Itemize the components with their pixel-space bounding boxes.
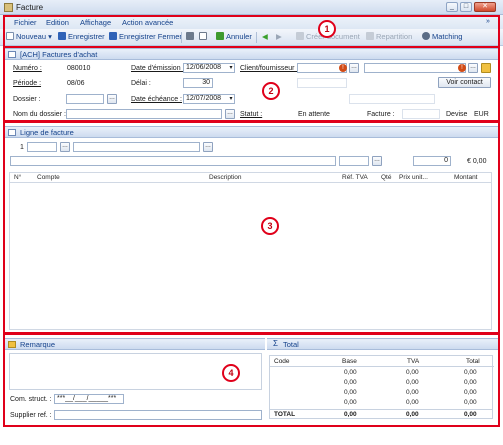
- annotation-box-1: [3, 15, 500, 48]
- app-icon: [4, 3, 13, 12]
- close-button[interactable]: ✕: [474, 2, 496, 12]
- title-bar: Facture _ □ ✕: [0, 0, 503, 15]
- maximize-button[interactable]: □: [460, 2, 472, 12]
- window-title: Facture: [16, 3, 44, 12]
- annotation-box-4: [3, 333, 500, 427]
- annotation-callout-4: 4: [222, 364, 240, 382]
- annotation-callout-2: 2: [262, 82, 280, 100]
- annotation-callout-1: 1: [318, 20, 336, 38]
- annotation-callout-3: 3: [261, 217, 279, 235]
- minimize-button[interactable]: _: [446, 2, 458, 12]
- annotation-box-3: [3, 121, 500, 334]
- annotation-box-2: [3, 46, 500, 122]
